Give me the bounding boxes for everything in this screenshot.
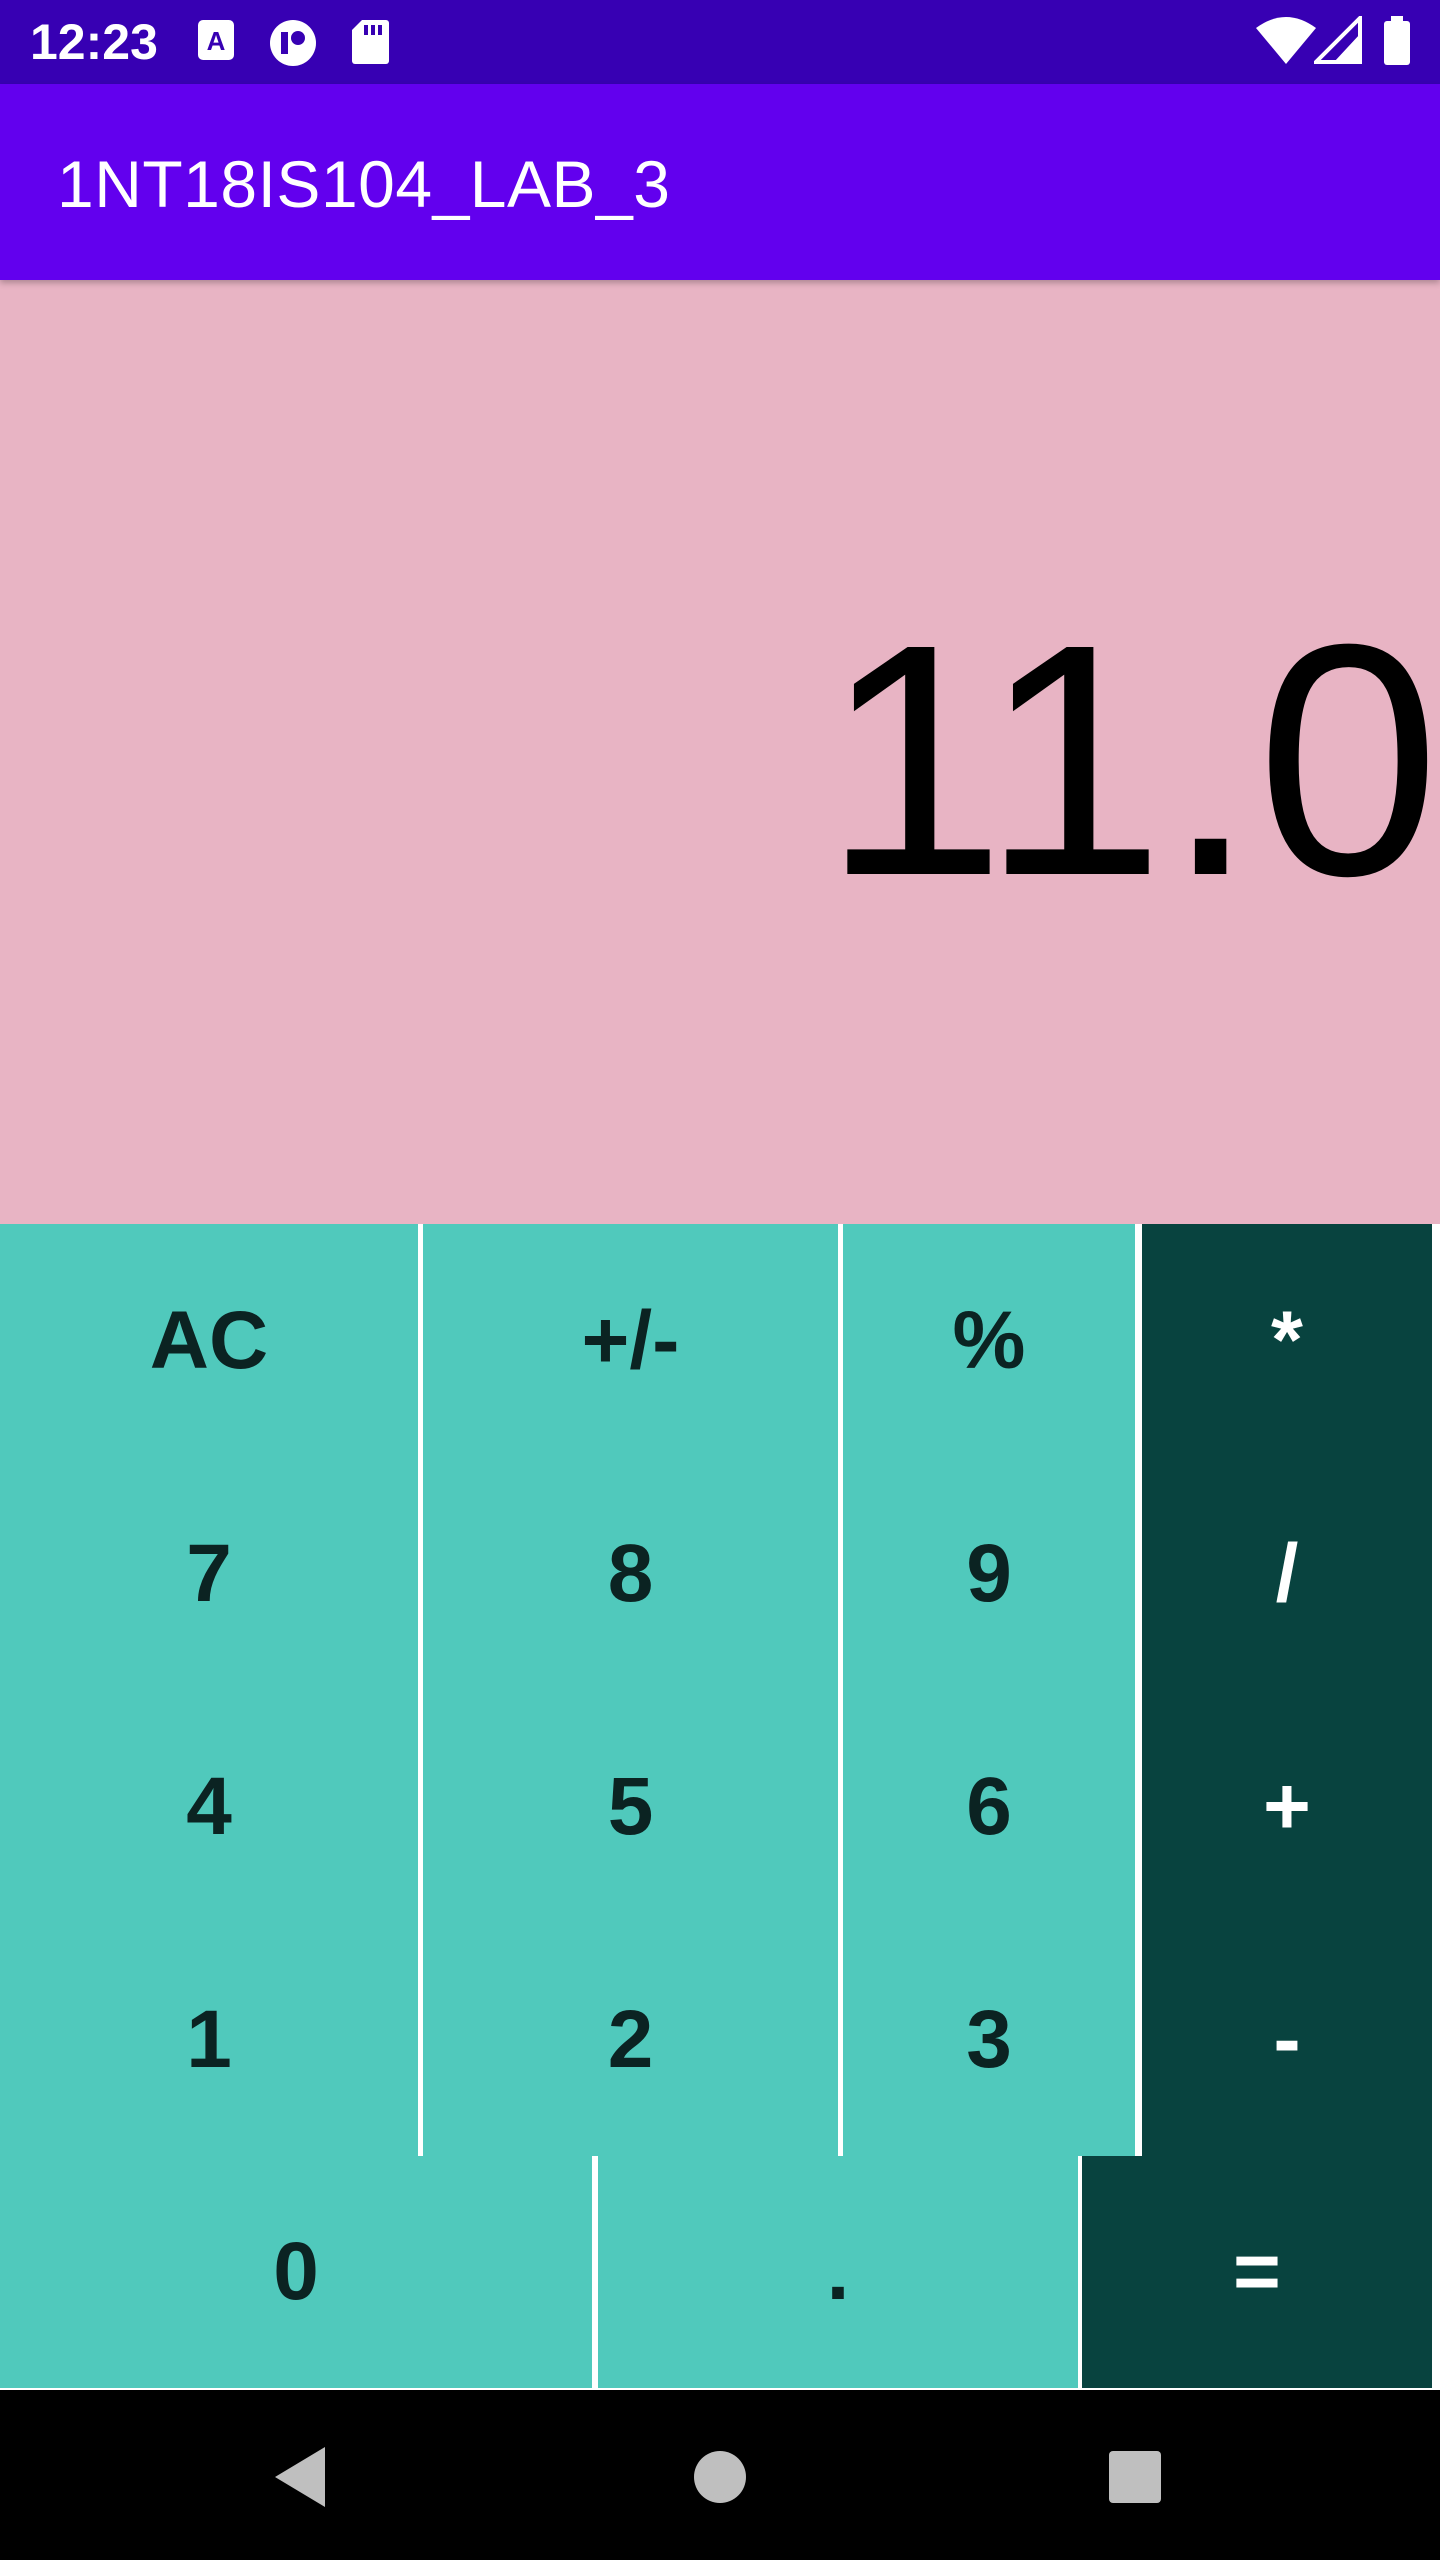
status-bar: 12:23 A — [0, 0, 1440, 84]
digit-8-button[interactable]: 8 — [423, 1457, 838, 1690]
multiply-button[interactable]: * — [1142, 1224, 1432, 1457]
negate-button[interactable]: +/- — [423, 1224, 838, 1457]
digit-4-button[interactable]: 4 — [0, 1690, 418, 1923]
recents-icon[interactable] — [1090, 2432, 1180, 2522]
digit-0-button[interactable]: 0 — [0, 2156, 592, 2388]
digit-1-button[interactable]: 1 — [0, 1923, 418, 2156]
digit-5-button[interactable]: 5 — [423, 1690, 838, 1923]
result-display: 11.0 — [0, 280, 1440, 1224]
digit-9-button[interactable]: 9 — [843, 1457, 1135, 1690]
digit-6-button[interactable]: 6 — [843, 1690, 1135, 1923]
digit-3-button[interactable]: 3 — [843, 1923, 1135, 2156]
plus-button[interactable]: + — [1142, 1690, 1432, 1923]
all-clear-button[interactable]: AC — [0, 1224, 418, 1457]
digit-7-button[interactable]: 7 — [0, 1457, 418, 1690]
home-icon[interactable] — [675, 2432, 765, 2522]
calculator-screen: 12:23 A 1NT18IS104_LAB_3 11.0 AC +/- % *… — [0, 0, 1440, 2560]
back-icon[interactable] — [255, 2432, 345, 2522]
status-time: 12:23 — [30, 14, 158, 70]
navigation-bar — [0, 2390, 1440, 2560]
equals-button[interactable]: = — [1082, 2156, 1432, 2388]
circle-app-icon — [266, 18, 320, 73]
cell-signal-icon — [1311, 13, 1362, 69]
wifi-icon — [1256, 16, 1316, 69]
app-title: 1NT18IS104_LAB_3 — [57, 147, 671, 221]
battery-icon — [1382, 16, 1412, 71]
a-notification-icon: A — [196, 18, 236, 69]
divide-button[interactable]: / — [1142, 1457, 1432, 1690]
app-bar: 1NT18IS104_LAB_3 — [0, 84, 1440, 280]
result-value: 11.0 — [822, 575, 1440, 944]
digit-2-button[interactable]: 2 — [423, 1923, 838, 2156]
keypad: AC +/- % * 7 8 9 / 4 5 6 + 1 2 3 - 0 . = — [0, 1224, 1440, 2390]
percent-button[interactable]: % — [843, 1224, 1135, 1457]
minus-button[interactable]: - — [1142, 1923, 1432, 2156]
decimal-button[interactable]: . — [598, 2156, 1078, 2388]
svg-text:A: A — [207, 26, 226, 56]
sd-card-icon — [350, 18, 390, 69]
